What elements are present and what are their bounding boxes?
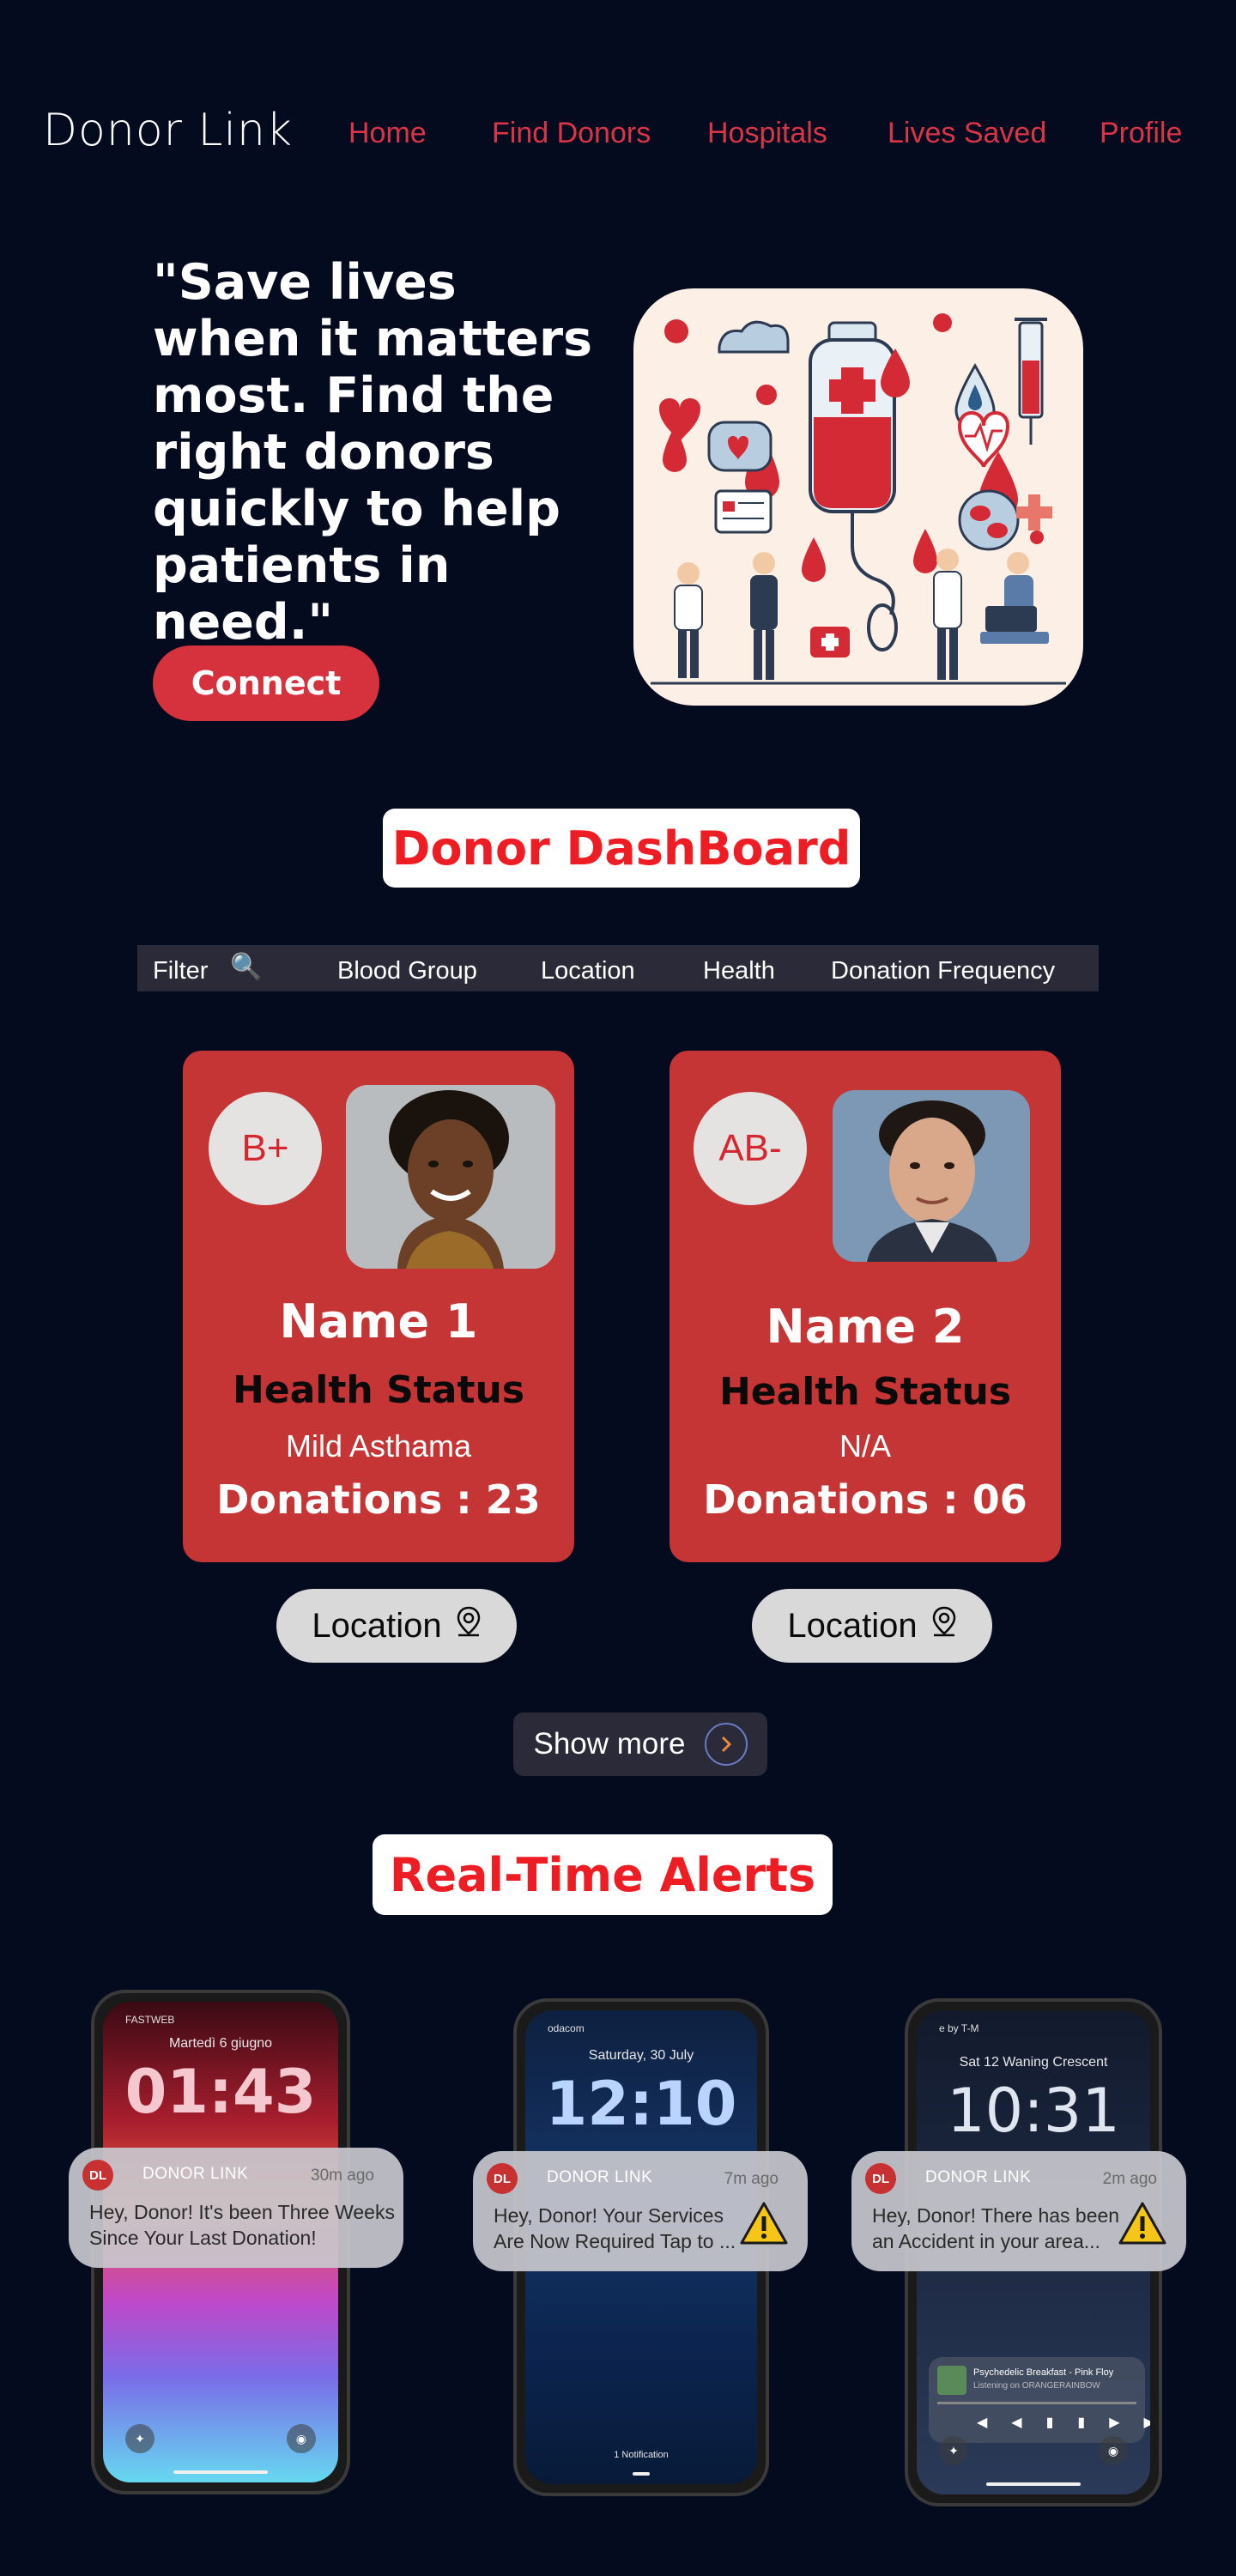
map-pin-icon [931,1606,957,1646]
alerts-title: Real-Time Alerts [373,1834,833,1915]
notification-time: 30m ago [311,2167,374,2185]
health-status-label: Health Status [718,1370,1012,1414]
lockscreen-date: Saturday, 30 July [588,2048,694,2063]
connect-button[interactable]: Connect [153,646,379,721]
filter-location[interactable]: Location [541,957,635,985]
health-condition: Mild Asthama [285,1428,472,1464]
location-button[interactable]: Location [276,1589,517,1663]
donor-card[interactable]: B+ Name 1 Health Status Mild Asthama Don… [183,1051,574,1562]
map-pin-icon [456,1606,482,1646]
playback-controls[interactable]: ◀◀▮▮▶▶ [977,2414,1150,2431]
nav-link-profile[interactable]: Profile [1100,117,1182,150]
donation-count: Donations : 06 [703,1476,1027,1523]
notification-time: 7m ago [724,2170,779,2188]
donor-link-app-icon: DL [865,2163,896,2194]
hero-illustration [633,288,1083,706]
notification-card[interactable]: DL DONOR LINK 30m ago Hey, Donor! It's b… [69,2148,403,2268]
lockscreen-time: 12:10 [545,2069,737,2139]
top-nav: Donor Link Home Find Donors Hospitals Li… [0,0,1236,197]
lockscreen-time: 01:43 [124,2057,317,2127]
location-label: Location [312,1606,442,1645]
warning-icon [740,2202,788,2245]
blood-group-badge: B+ [209,1092,322,1205]
lockscreen-time: 10:31 [947,2076,1120,2146]
notification-app-name: DONOR LINK [142,2165,249,2183]
blood-group-badge: AB- [694,1092,807,1205]
filter-label: Filter [153,957,209,985]
lockscreen-date: Martedì 6 giugno [168,2036,273,2051]
carrier-label: e by T-M [939,2022,979,2034]
notification-message: Hey, Donor! Your Services Are Now Requir… [494,2204,736,2252]
nav-link-lives-saved[interactable]: Lives Saved [888,117,1046,150]
donor-photo [833,1090,1030,1262]
filter-bar: Filter 🔍 Blood Group Location Health Don… [137,945,1099,991]
location-label: Location [787,1606,918,1645]
filter-blood-group[interactable]: Blood Group [337,957,477,985]
nav-link-hospitals[interactable]: Hospitals [707,117,827,150]
donor-photo [346,1085,555,1269]
donor-link-app-icon: DL [82,2160,113,2191]
notification-count: 1 Notification [614,2450,669,2460]
notification-app-name: DONOR LINK [547,2168,653,2186]
health-condition: N/A [839,1428,891,1464]
lockscreen-date: Sat 12 Waning Crescent [959,2055,1108,2070]
filter-health[interactable]: Health [703,957,775,985]
warning-icon [1118,2202,1166,2245]
health-status-label: Health Status [232,1368,525,1412]
notification-card[interactable]: DL DONOR LINK 2m ago Hey, Donor! There h… [851,2151,1186,2271]
donor-name: Name 2 [766,1300,965,1354]
album-art [937,2366,966,2395]
show-more-button[interactable]: Show more [513,1712,767,1776]
notification-card[interactable]: DL DONOR LINK 7m ago Hey, Donor! Your Se… [473,2151,808,2271]
donation-count: Donations : 23 [216,1476,541,1523]
home-indicator[interactable] [986,2482,1081,2486]
notification-message: Hey, Donor! It's been Three Weeks Since … [89,2201,395,2249]
notification-app-name: DONOR LINK [925,2168,1032,2186]
filter-donation-frequency[interactable]: Donation Frequency [831,957,1055,985]
dashboard-title: Donor DashBoard [383,809,860,888]
nav-link-find-donors[interactable]: Find Donors [492,117,651,150]
search-icon[interactable]: 🔍 [230,952,262,982]
track-source: Listening on ORANGERAINBOW [973,2381,1100,2391]
nav-link-home[interactable]: Home [348,117,427,150]
flashlight-icon[interactable]: ✦ [939,2436,968,2465]
music-player[interactable]: Psychedelic Breakfast - Pink Floy Listen… [929,2357,1150,2443]
flashlight-icon[interactable]: ✦ [125,2424,154,2453]
progress-bar[interactable] [937,2402,1136,2404]
carrier-label: FASTWEB [125,2014,175,2026]
hero-quote: "Save lives when it matters most. Find t… [153,254,592,651]
donor-name: Name 1 [279,1294,478,1349]
nav-links: Home Find Donors Hospitals Lives Saved P… [0,117,1236,155]
home-indicator[interactable] [173,2470,268,2474]
notification-message: Hey, Donor! There has been an Accident i… [872,2204,1120,2252]
camera-icon[interactable]: ◉ [287,2424,316,2453]
track-title: Psychedelic Breakfast - Pink Floy [973,2367,1114,2378]
donor-card[interactable]: AB- Name 2 Health Status N/A Donations :… [670,1051,1061,1562]
camera-icon[interactable]: ◉ [1099,2436,1128,2465]
notification-time: 2m ago [1102,2170,1157,2188]
chevron-right-icon [704,1723,748,1766]
donor-link-app-icon: DL [487,2163,518,2194]
carrier-label: odacom [548,2022,585,2034]
show-more-label: Show more [533,1727,686,1761]
location-button[interactable]: Location [752,1589,992,1663]
page-dots [633,2472,650,2476]
